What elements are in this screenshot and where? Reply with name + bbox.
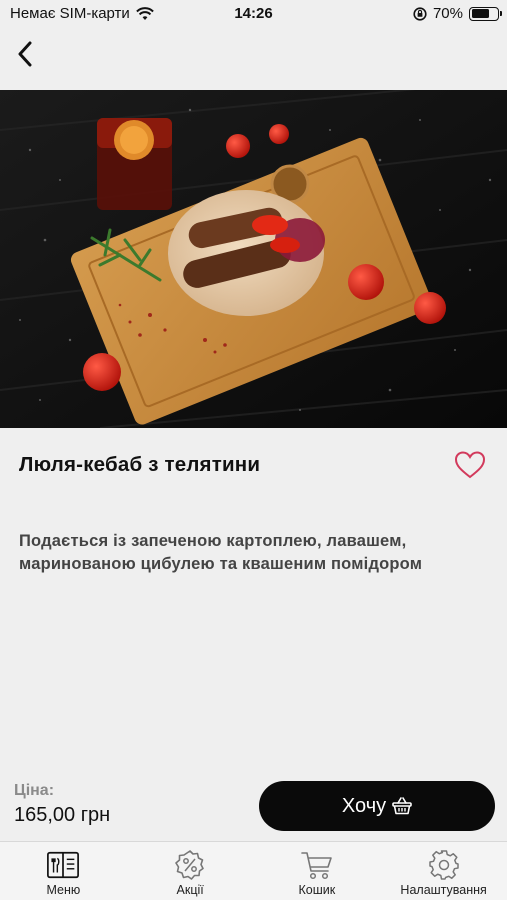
price-label: Ціна: bbox=[14, 782, 55, 799]
nav-bar bbox=[0, 28, 507, 90]
product-image bbox=[0, 90, 507, 428]
tab-settings[interactable]: Налаштування bbox=[380, 842, 507, 900]
battery-fill bbox=[471, 9, 489, 18]
basket-icon bbox=[392, 797, 412, 815]
cart-icon bbox=[300, 849, 334, 881]
add-to-cart-label: Хочу bbox=[341, 794, 387, 817]
kebab-photo bbox=[0, 90, 507, 428]
tab-promotions[interactable]: Акції bbox=[127, 842, 254, 900]
price-value: 165,00 грн bbox=[14, 804, 111, 826]
tab-settings-label: Налаштування bbox=[400, 883, 487, 897]
discount-icon bbox=[173, 849, 207, 881]
product-description: Подається із запеченою картоплею, лаваше… bbox=[19, 532, 423, 573]
back-button[interactable] bbox=[10, 36, 40, 72]
heart-outline-icon bbox=[454, 451, 486, 479]
tab-bar: Меню Акції Кошик Налаштування bbox=[0, 841, 507, 900]
tab-menu-label: Меню bbox=[46, 883, 81, 897]
battery-percent: 70% bbox=[432, 5, 463, 22]
title-row: Люля-кебаб з телятини bbox=[0, 428, 507, 508]
status-right: 70% bbox=[413, 5, 502, 22]
gear-icon bbox=[427, 849, 461, 881]
tab-cart[interactable]: Кошик bbox=[254, 842, 381, 900]
menu-book-icon bbox=[46, 849, 80, 881]
add-to-cart-button[interactable]: Хочу bbox=[259, 781, 495, 831]
tab-cart-label: Кошик bbox=[298, 883, 336, 897]
product-title: Люля-кебаб з телятини bbox=[19, 453, 261, 476]
battery-icon bbox=[469, 6, 502, 21]
chevron-left-icon bbox=[18, 41, 32, 67]
favorite-button[interactable] bbox=[453, 448, 487, 482]
tab-menu[interactable]: Меню bbox=[0, 842, 127, 900]
tab-promotions-label: Акції bbox=[176, 883, 204, 897]
orientation-lock-icon bbox=[413, 6, 427, 21]
status-bar: Немає SIM-карти 14:26 70% bbox=[0, 0, 507, 28]
